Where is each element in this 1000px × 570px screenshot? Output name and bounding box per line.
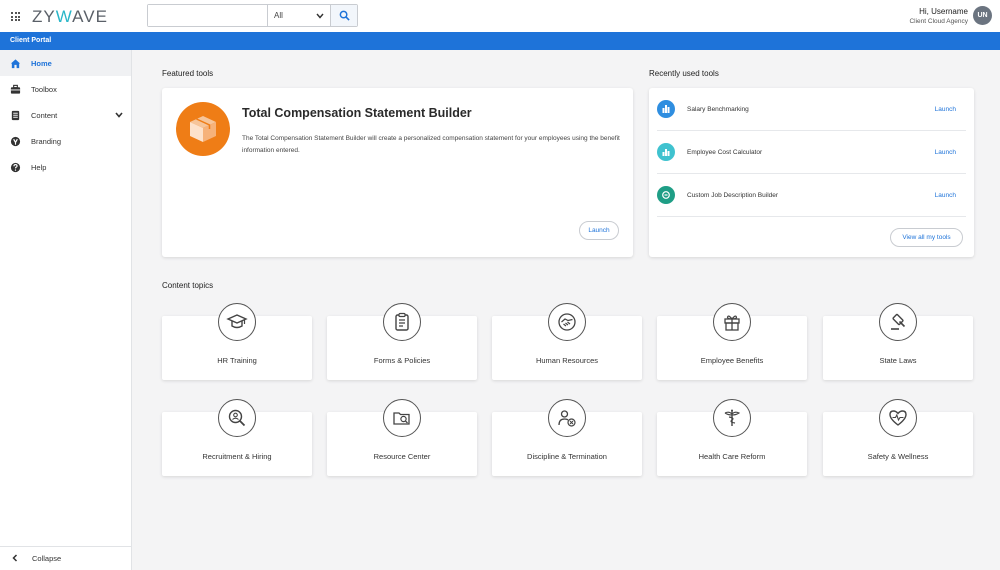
top-bar: ZYWAVE All Hi, Username Client Cloud Age… (0, 0, 1000, 32)
recent-tool-row: Custom Job Description Builder Launch (657, 174, 966, 217)
recent-tool-launch-link[interactable]: Launch (935, 149, 956, 156)
building-icon (657, 100, 675, 118)
featured-tool-title: Total Compensation Statement Builder (242, 106, 472, 120)
search-button[interactable] (331, 5, 357, 26)
recent-tool-launch-link[interactable]: Launch (935, 106, 956, 113)
user-name: Hi, Username (919, 7, 968, 16)
document-icon (10, 110, 21, 121)
folder-search-icon (383, 399, 421, 437)
topic-label: Forms & Policies (373, 356, 431, 365)
search-scope-select[interactable]: All (268, 5, 331, 26)
zywave-logo[interactable]: ZYWAVE (32, 7, 108, 27)
logo-prefix: ZY (32, 7, 56, 26)
search-scope-value: All (274, 11, 283, 20)
portal-bar: Client Portal (0, 32, 1000, 50)
topic-label: Human Resources (535, 356, 599, 365)
help-icon (10, 162, 21, 173)
chevron-down-icon (115, 111, 123, 120)
recent-tool-label: Salary Benchmarking (687, 105, 749, 113)
caduceus-icon (713, 399, 751, 437)
sidebar-item-branding[interactable]: Branding (0, 128, 131, 154)
chevron-left-icon (12, 553, 18, 564)
featured-launch-button[interactable]: Launch (579, 221, 619, 240)
user-greeting: Hi, Username Client Cloud Agency (909, 7, 968, 25)
sidebar-item-home[interactable]: Home (0, 50, 131, 76)
recent-tool-launch-link[interactable]: Launch (935, 192, 956, 199)
sidebar-item-label: Toolbox (31, 84, 57, 94)
clipboard-icon (383, 303, 421, 341)
calculator-chart-icon (657, 143, 675, 161)
sidebar-item-label: Branding (31, 136, 62, 146)
home-icon (10, 58, 21, 69)
logo-suffix: AVE (72, 7, 108, 26)
recent-tool-label: Employee Cost Calculator (687, 148, 763, 156)
logo-accent: W (55, 7, 73, 26)
gift-icon (713, 303, 751, 341)
collapse-label: Collapse (32, 554, 62, 563)
branding-icon (10, 136, 21, 147)
search-input[interactable] (148, 5, 268, 26)
recent-tool-label: Custom Job Description Builder (687, 191, 779, 199)
sidebar: Home Toolbox Content Branding Help Colla… (0, 50, 132, 570)
sidebar-item-label: Home (31, 58, 52, 68)
heart-pulse-icon (879, 399, 917, 437)
sidebar-item-toolbox[interactable]: Toolbox (0, 76, 131, 102)
app-launcher-icon[interactable] (11, 12, 20, 21)
gavel-icon (879, 303, 917, 341)
collapse-button[interactable]: Collapse (0, 546, 131, 570)
topic-label: HR Training (217, 356, 257, 365)
user-agency: Client Cloud Agency (909, 18, 968, 25)
search-icon (339, 10, 350, 21)
topic-label: Safety & Wellness (867, 452, 929, 461)
person-remove-icon (548, 399, 586, 437)
handshake-icon (548, 303, 586, 341)
recent-tool-row: Salary Benchmarking Launch (657, 88, 966, 131)
toolbox-icon (10, 84, 21, 95)
topic-label: State Laws (879, 356, 917, 365)
sidebar-item-label: Content (31, 110, 58, 120)
avatar[interactable]: UN (973, 6, 992, 25)
job-description-icon (657, 186, 675, 204)
graduation-cap-icon (218, 303, 256, 341)
topic-label: Employee Benefits (700, 356, 764, 365)
topic-label: Recruitment & Hiring (202, 452, 272, 461)
recent-tool-row: Employee Cost Calculator Launch (657, 131, 966, 174)
recent-tools-card: Salary Benchmarking Launch Employee Cost… (649, 88, 974, 257)
topic-label: Discipline & Termination (527, 452, 607, 461)
chevron-down-icon (316, 13, 324, 19)
featured-tools-heading: Featured tools (162, 69, 214, 78)
sidebar-item-label: Help (31, 162, 47, 172)
box-icon (176, 102, 230, 156)
sidebar-item-help[interactable]: Help (0, 154, 131, 180)
view-all-tools-button[interactable]: View all my tools (890, 228, 963, 247)
featured-tool-description: The Total Compensation Statement Builder… (242, 135, 620, 154)
featured-tool-card: Total Compensation Statement Builder The… (162, 88, 633, 257)
search-person-icon (218, 399, 256, 437)
sidebar-item-content[interactable]: Content (0, 102, 131, 128)
content-topics-heading: Content topics (162, 281, 214, 290)
global-search: All (147, 4, 358, 27)
topic-label: Resource Center (373, 452, 431, 461)
recent-tools-heading: Recently used tools (649, 69, 719, 78)
portal-label: Client Portal (10, 37, 52, 44)
topic-label: Health Care Reform (698, 452, 766, 461)
